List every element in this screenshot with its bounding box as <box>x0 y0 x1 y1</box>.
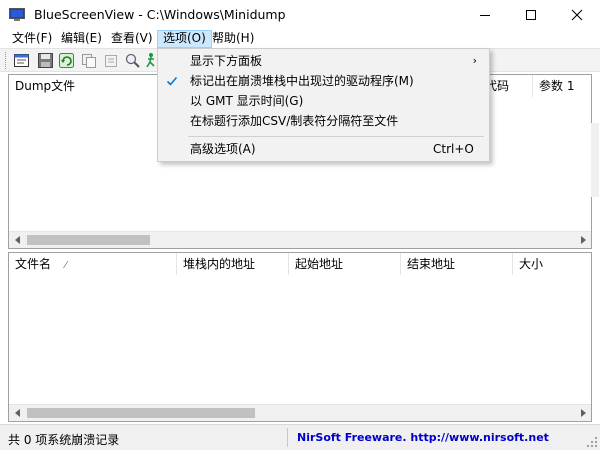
column-stack-address[interactable]: 堆栈内的地址 <box>177 253 289 275</box>
vertical-scroll-track <box>591 123 599 197</box>
menu-item-mark-drivers[interactable]: 标记出在崩溃堆栈中出现过的驱动程序(M) <box>158 70 489 92</box>
toolbar-grip <box>5 52 8 69</box>
resize-grip-icon[interactable] <box>586 436 598 448</box>
options-dropdown-menu: 显示下方面板 › 标记出在崩溃堆栈中出现过的驱动程序(M) 以 GMT 显示时间… <box>157 48 490 162</box>
arrow-left-icon <box>14 236 20 244</box>
search-icon[interactable] <box>124 52 141 69</box>
scroll-right-arrow[interactable] <box>574 232 591 248</box>
menu-item-label: 高级选项(A) <box>190 142 256 156</box>
menu-file[interactable]: 文件(F) <box>7 30 57 48</box>
minimize-icon <box>480 15 490 16</box>
column-file-name-label: 文件名 <box>15 257 52 271</box>
menu-item-csv-header[interactable]: 在标题行添加CSV/制表符分隔符至文件 <box>158 110 489 132</box>
nirsoft-link[interactable]: NirSoft Freeware. http://www.nirsoft.net <box>297 431 549 444</box>
refresh-icon[interactable] <box>58 52 75 69</box>
scroll-left-arrow[interactable] <box>9 232 26 248</box>
submenu-arrow-icon: › <box>472 54 477 67</box>
column-file-name[interactable]: 文件名 ⁄ <box>9 253 177 275</box>
driver-list-header: 文件名 ⁄ 堆栈内的地址 起始地址 结束地址 大小 <box>9 253 591 275</box>
menu-help[interactable]: 帮助(H) <box>207 30 259 48</box>
menu-item-gmt-time[interactable]: 以 GMT 显示时间(G) <box>158 90 489 112</box>
properties-icon[interactable] <box>13 52 30 69</box>
close-button[interactable] <box>554 0 600 30</box>
status-bar: 共 0 项系统崩溃记录 NirSoft Freeware. http://www… <box>0 424 600 450</box>
status-divider <box>287 428 288 447</box>
maximize-icon <box>526 10 536 20</box>
scroll-right-arrow-lower[interactable] <box>574 405 591 421</box>
column-end-address[interactable]: 结束地址 <box>401 253 513 275</box>
menu-item-label: 显示下方面板 <box>190 54 263 68</box>
copy-alt-icon[interactable] <box>103 52 120 69</box>
close-icon <box>571 9 583 21</box>
menu-item-shortcut: Ctrl+O <box>433 142 474 156</box>
copy-icon[interactable] <box>80 52 97 69</box>
menu-item-advanced-options[interactable]: 高级选项(A) Ctrl+O <box>158 138 489 160</box>
menu-item-show-lower-pane[interactable]: 显示下方面板 › <box>158 50 489 72</box>
horizontal-scrollbar-lower[interactable] <box>9 404 591 421</box>
arrow-right-icon <box>580 236 586 244</box>
arrow-left-icon <box>14 409 20 417</box>
column-size[interactable]: 大小 <box>513 253 593 275</box>
menu-separator <box>188 136 484 137</box>
menu-item-label: 以 GMT 显示时间(G) <box>190 94 304 108</box>
driver-list-pane[interactable]: 文件名 ⁄ 堆栈内的地址 起始地址 结束地址 大小 <box>8 252 592 422</box>
menu-bar: 文件(F) 编辑(E) 查看(V) 选项(O) 帮助(H) <box>0 30 600 48</box>
menu-item-label: 标记出在崩溃堆栈中出现过的驱动程序(M) <box>190 74 414 88</box>
scroll-left-arrow-lower[interactable] <box>9 405 26 421</box>
app-icon <box>9 8 25 21</box>
column-start-address[interactable]: 起始地址 <box>289 253 401 275</box>
scroll-thumb-lower[interactable] <box>27 408 255 418</box>
horizontal-scrollbar[interactable] <box>9 231 591 248</box>
save-icon[interactable] <box>37 52 54 69</box>
minimize-button[interactable] <box>462 0 508 30</box>
column-param-1[interactable]: 参数 1 <box>533 75 593 97</box>
sort-indicator-icon: ⁄ <box>64 260 67 271</box>
arrow-right-icon <box>580 409 586 417</box>
title-bar: BlueScreenView - C:\Windows\Minidump <box>0 0 600 30</box>
scroll-thumb[interactable] <box>27 235 150 245</box>
menu-options[interactable]: 选项(O) <box>157 30 212 48</box>
run-icon[interactable] <box>145 52 157 69</box>
maximize-button[interactable] <box>508 0 554 30</box>
menu-edit[interactable]: 编辑(E) <box>56 30 107 48</box>
checkmark-icon <box>166 76 178 86</box>
crash-count-status: 共 0 项系统崩溃记录 <box>8 433 120 447</box>
menu-item-label: 在标题行添加CSV/制表符分隔符至文件 <box>190 114 399 128</box>
window-title: BlueScreenView - C:\Windows\Minidump <box>34 7 286 22</box>
menu-view[interactable]: 查看(V) <box>106 30 158 48</box>
